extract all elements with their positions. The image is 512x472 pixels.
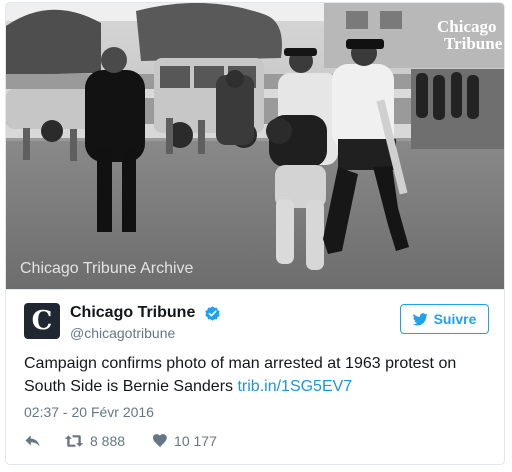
tweet-header: C Chicago Tribune @chicagotribune Suivre [24,302,489,348]
tweet-text: Campaign confirms photo of man arrested … [24,352,494,398]
account-handle[interactable]: @chicagotribune [70,325,221,341]
retweet-count: 8 888 [90,433,126,449]
retweet-icon [64,435,84,447]
watermark-title-line-2: Tribune [444,34,503,53]
tweet-photo[interactable]: Chicago Tribune Archive Chicago Tribune [6,3,504,290]
verified-badge-icon [205,305,220,321]
tweet-link[interactable]: trib.in/1SG5EV7 [237,378,352,395]
follow-button[interactable]: Suivre [400,304,489,334]
photo-credit: Chicago Tribune Archive [20,260,194,277]
arrest-photo-image: Chicago Tribune Archive Chicago Tribune [6,3,504,289]
twitter-bird-icon [412,312,428,325]
tweet-card: Chicago Tribune Archive Chicago Tribune … [5,2,505,465]
follow-button-label: Suivre [433,311,477,327]
avatar-letter: C [31,306,53,336]
tweet-actions: 8 888 10 177 [24,431,217,451]
reply-icon [25,435,40,447]
display-name[interactable]: Chicago Tribune [70,304,195,322]
like-button[interactable]: 10 177 [153,433,217,449]
avatar[interactable]: C [24,303,60,339]
chicago-tribune-watermark: Chicago Tribune [437,17,503,53]
like-count: 10 177 [174,433,217,449]
tweet-timestamp[interactable]: 02:37 - 20 Févr 2016 [24,404,154,420]
account-name-block: Chicago Tribune @chicagotribune [70,304,221,341]
retweet-button[interactable]: 8 888 [64,433,125,449]
heart-icon [153,434,167,448]
reply-button[interactable] [24,434,44,448]
